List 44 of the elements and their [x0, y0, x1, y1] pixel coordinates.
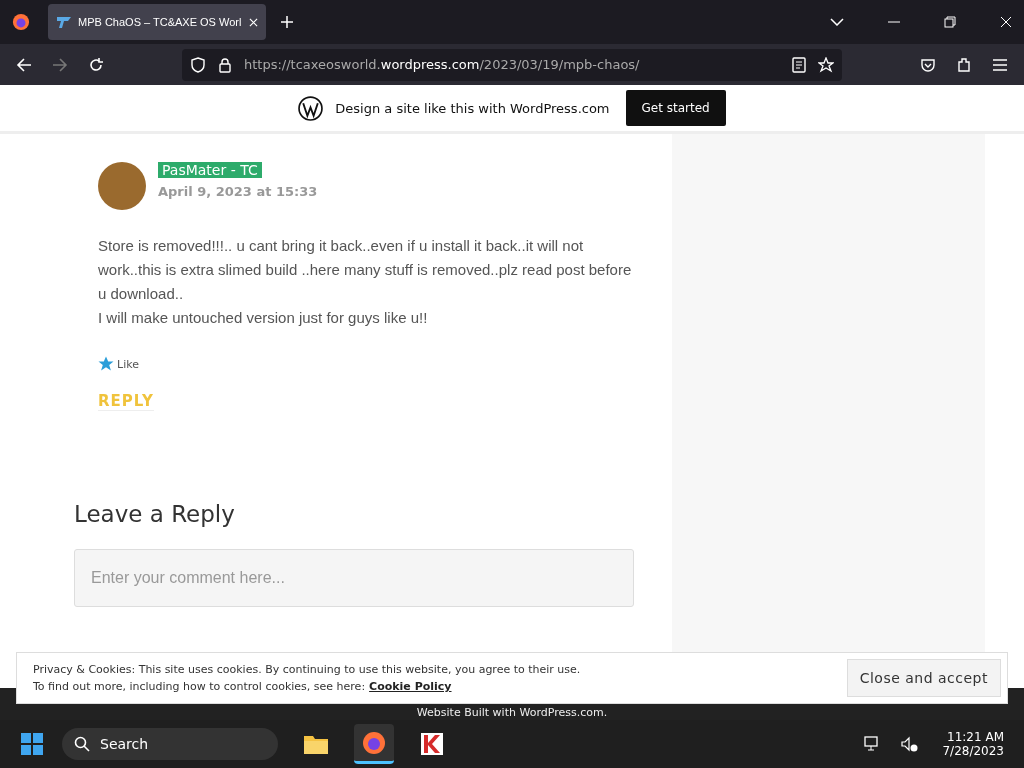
start-icon[interactable]	[20, 732, 44, 756]
site-favicon-icon	[56, 14, 72, 30]
avatar	[98, 162, 146, 210]
footer-text[interactable]: Website Built with WordPress.com.	[416, 706, 608, 719]
address-bar[interactable]: https://tcaxeosworld.wordpress.com/2023/03/19/mpb-chaos/	[182, 48, 842, 81]
extensions-icon[interactable]	[956, 56, 972, 73]
comment-field[interactable]: Enter your comment here...	[74, 549, 634, 607]
back-arrow-icon[interactable]	[16, 56, 32, 73]
clock-date[interactable]: 7/28/2023	[942, 744, 1004, 758]
search-icon	[74, 736, 90, 752]
menu-icon[interactable]	[992, 57, 1008, 72]
url-text: https://tcaxeosworld.wordpress.com/2023/03/19/mpb-chaos/	[244, 57, 640, 72]
comment-text: I will make untouched version just for guys like u!!	[98, 308, 429, 328]
cookie-notice: Privacy & Cookies: This site uses cookies. By continuing to use this website, you agree to their use.	[33, 663, 582, 676]
get-started-button[interactable]: Get started	[625, 90, 726, 126]
like-label[interactable]: Like	[117, 357, 139, 371]
speaker-muted-icon[interactable]	[900, 736, 919, 752]
browser-app-icon[interactable]	[354, 724, 394, 764]
taskbar-search[interactable]: Search	[62, 728, 278, 760]
browser-tab[interactable]: MPB ChaOS – TC&AXE OS Worl	[48, 4, 266, 40]
close-icon[interactable]	[1000, 16, 1012, 28]
cookie-policy-link[interactable]: Cookie Policy	[369, 680, 452, 693]
close-and-accept-button[interactable]: Close and accept	[846, 659, 1001, 697]
reply-heading: Leave a Reply	[74, 501, 236, 527]
lock-icon	[218, 56, 232, 73]
forward-arrow-icon[interactable]	[52, 56, 68, 73]
new-tab-icon[interactable]	[280, 15, 294, 29]
star-icon[interactable]	[98, 356, 114, 372]
close-icon[interactable]	[249, 17, 258, 27]
clock-time[interactable]: 11:21 AM	[947, 730, 1004, 744]
restore-icon[interactable]	[944, 16, 956, 28]
search-label: Search	[100, 736, 149, 752]
reader-view-icon[interactable]	[792, 56, 806, 73]
reload-icon[interactable]	[88, 56, 104, 73]
shield-icon	[190, 56, 206, 73]
cookie-notice: To find out more, including how to control cookies, see here:	[33, 680, 366, 693]
star-icon[interactable]	[818, 56, 834, 73]
browser-logo-icon[interactable]	[12, 13, 30, 31]
wordpress-logo-icon	[298, 95, 324, 121]
chevron-down-icon[interactable]	[830, 18, 844, 26]
comment-text: Store is removed!!!.. u cant bring it back..even if u install it back..it will not work..this is extra slimed build ..here many stuff is removed..plz read post before u download..	[98, 236, 633, 304]
promo-text: Design a site like this with WordPress.com	[335, 100, 610, 116]
tab-title: MPB ChaOS – TC&AXE OS Worl	[78, 16, 243, 28]
pocket-icon[interactable]	[920, 56, 936, 73]
